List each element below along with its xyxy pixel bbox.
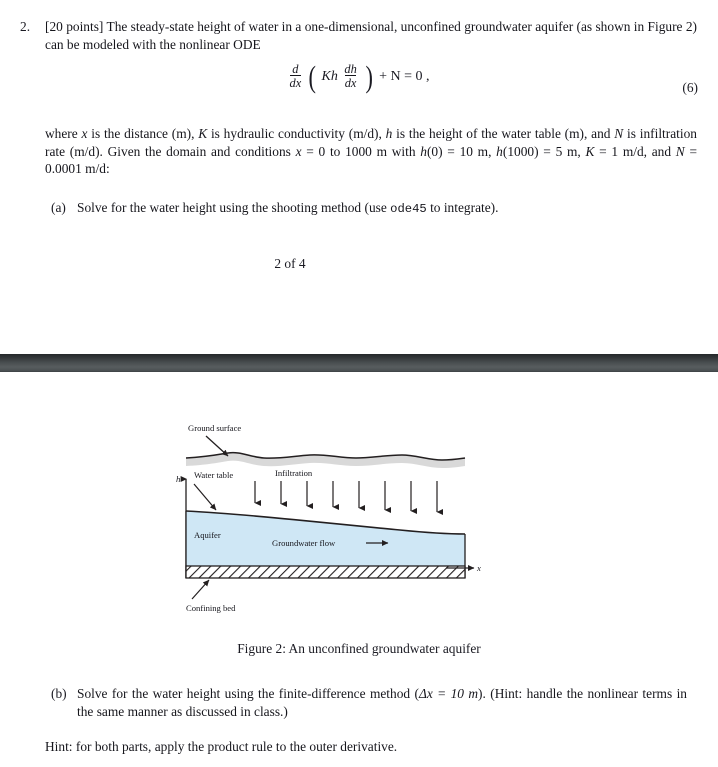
equation-row: d dx ( Kh dh dx ) + N = 0 , (6) [0,59,718,111]
figure-caption: Figure 2: An unconfined groundwater aqui… [237,641,481,656]
where-seg-6: = 0 to 1000 m with [301,143,421,159]
problem-number-marker: 2. [20,19,31,34]
ode45-code: ode45 [390,202,427,216]
ground-surface-leader [205,435,229,457]
delta-x-math: Δx = 10 m [418,686,479,701]
part-a-text: Solve for the water height using the sho… [77,199,687,219]
h-axis-label: h [176,474,181,484]
final-hint-text: Hint: for both parts, apply the product … [45,739,398,754]
condition-h1000: h [496,143,503,159]
where-seg-9: = 1 m/d, and [594,143,676,159]
problem-statement: [20 points] The steady-state height of w… [45,18,697,53]
where-seg-1: where [45,126,82,141]
page-footer: 2 of 4 [274,256,306,271]
open-paren: ( [308,59,316,95]
part-b-marker: (b) [51,686,67,701]
where-seg-3: is hydraulic conductivity (m/d), [207,126,386,141]
confining-bed-leader [191,579,210,600]
part-b-text-before-math: Solve for the water height using the fin… [77,686,419,701]
part-b-text: Solve for the water height using the fin… [77,685,687,720]
condition-N: N [675,143,685,159]
groundwater-flow-label: Groundwater flow [272,538,336,548]
part-a-text-after-code: to integrate). [426,200,499,215]
variable-definitions-paragraph: where x is the distance (m), K is hydrau… [45,125,697,178]
coefficient-Kh: Kh [321,69,338,85]
where-seg-2: is the distance (m), [87,126,199,141]
problem-intro-text: The steady-state height of water in a on… [45,19,698,52]
infiltration-label: Infiltration [275,468,313,478]
confining-bed-hatch [185,565,466,579]
part-a-marker: (a) [51,200,66,215]
variable-K: K [198,126,208,141]
equation-6: d dx ( Kh dh dx ) + N = 0 , [0,59,718,95]
points-tag: [20 points] [45,19,104,34]
equation-number: (6) [682,80,698,95]
where-seg-7: (0) = 10 m, [426,143,497,159]
where-seg-4: is the height of the water table (m), an… [392,126,615,141]
where-seg-8: (1000) = 5 m, [502,143,586,159]
water-table-label: Water table [194,470,233,480]
d-denominator: dx [289,74,302,90]
ground-surface-label: Ground surface [188,423,241,433]
close-paren: ) [365,59,374,95]
dh-dx-fraction: dh dx [342,62,358,91]
figure-2-illustration: Ground surface h Water table Infiltratio… [0,400,718,625]
confining-bed-label: Confining bed [186,603,236,613]
aquifer-label: Aquifer [194,530,221,540]
page-break-divider [0,354,718,372]
ground-surface-band [185,451,466,468]
dh-denominator: dx [344,74,357,90]
d-dx-fraction: d dx [289,62,302,91]
water-table-leader [193,483,217,511]
condition-h0: h [420,143,427,159]
part-a-text-before-code: Solve for the water height using the sho… [77,200,391,215]
equation-tail: + N = 0 , [379,69,430,85]
infiltration-arrows [254,481,443,515]
x-axis-label: x [476,563,481,573]
variable-N: N [614,126,624,141]
